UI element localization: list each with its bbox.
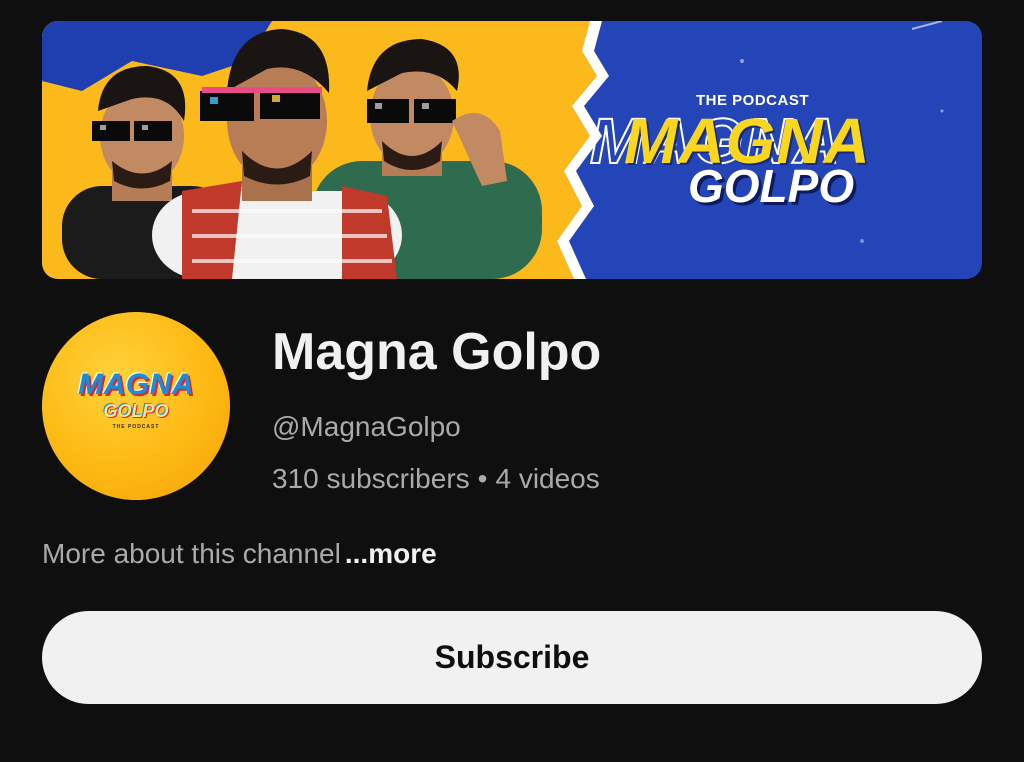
subscriber-count: 310 subscribers xyxy=(272,463,470,494)
avatar-logo-secondary: GOLPO xyxy=(103,401,169,421)
channel-stats: 310 subscribers • 4 videos xyxy=(272,462,600,496)
about-text: More about this channel xyxy=(42,538,341,569)
banner-wordmark: THE PODCAST MAGNA MAGNA GOLPO xyxy=(589,87,982,237)
more-link[interactable]: ...more xyxy=(345,538,437,569)
channel-about-link[interactable]: More about this channel ...more xyxy=(42,537,437,571)
avatar-logo: MAGNA GOLPO THE PODCAST xyxy=(42,368,230,431)
channel-banner[interactable]: THE PODCAST MAGNA MAGNA GOLPO xyxy=(42,21,982,279)
avatar-logo-primary: MAGNA xyxy=(78,368,194,401)
channel-name: Magna Golpo xyxy=(272,323,602,381)
channel-avatar[interactable]: MAGNA GOLPO THE PODCAST xyxy=(42,312,230,500)
channel-page: THE PODCAST MAGNA MAGNA GOLPO MAGNA GOLP… xyxy=(0,0,1024,762)
video-count: 4 videos xyxy=(495,463,600,494)
banner-title-secondary: GOLPO xyxy=(688,160,855,212)
avatar-logo-tagline: THE PODCAST xyxy=(112,424,160,430)
subscribe-button[interactable]: Subscribe xyxy=(42,611,982,704)
stats-separator: • xyxy=(477,463,488,494)
channel-handle: @MagnaGolpo xyxy=(272,411,461,442)
